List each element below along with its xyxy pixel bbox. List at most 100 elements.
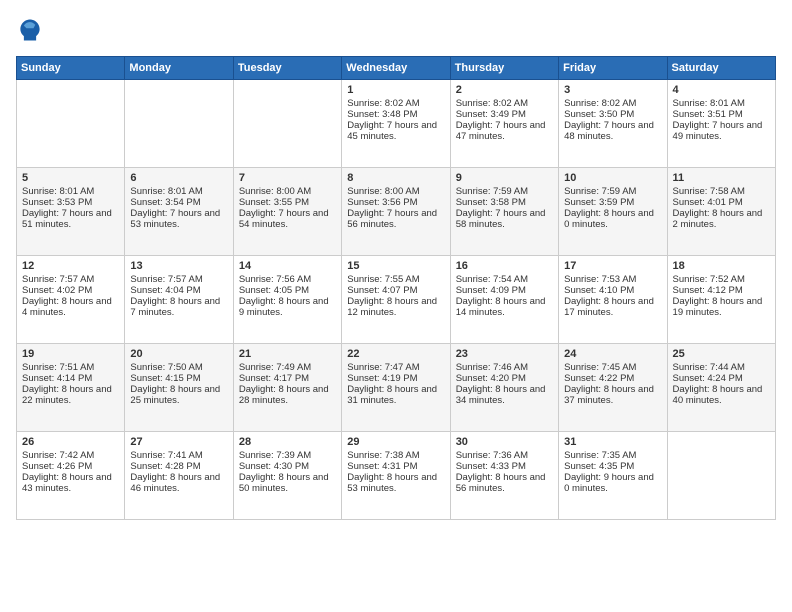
day-info: Daylight: 9 hours and 0 minutes. [564, 472, 661, 494]
day-number: 1 [347, 84, 444, 96]
header-tuesday: Tuesday [233, 57, 341, 80]
day-info: Sunrise: 8:01 AM [130, 186, 227, 197]
calendar-cell: 26Sunrise: 7:42 AMSunset: 4:26 PMDayligh… [17, 432, 125, 520]
day-info: Sunrise: 8:00 AM [239, 186, 336, 197]
day-info: Sunset: 3:54 PM [130, 197, 227, 208]
day-info: Sunset: 3:50 PM [564, 109, 661, 120]
day-number: 12 [22, 260, 119, 272]
calendar-cell: 23Sunrise: 7:46 AMSunset: 4:20 PMDayligh… [450, 344, 558, 432]
day-info: Sunrise: 7:42 AM [22, 450, 119, 461]
day-info: Sunset: 4:04 PM [130, 285, 227, 296]
day-info: Daylight: 8 hours and 53 minutes. [347, 472, 444, 494]
day-info: Daylight: 8 hours and 31 minutes. [347, 384, 444, 406]
day-info: Sunrise: 7:49 AM [239, 362, 336, 373]
calendar-cell: 6Sunrise: 8:01 AMSunset: 3:54 PMDaylight… [125, 168, 233, 256]
day-info: Sunrise: 7:38 AM [347, 450, 444, 461]
calendar-cell: 8Sunrise: 8:00 AMSunset: 3:56 PMDaylight… [342, 168, 450, 256]
day-info: Sunrise: 7:45 AM [564, 362, 661, 373]
day-info: Daylight: 7 hours and 58 minutes. [456, 208, 553, 230]
calendar-cell: 18Sunrise: 7:52 AMSunset: 4:12 PMDayligh… [667, 256, 775, 344]
day-info: Sunset: 4:31 PM [347, 461, 444, 472]
day-info: Sunset: 4:19 PM [347, 373, 444, 384]
day-number: 22 [347, 348, 444, 360]
day-info: Daylight: 7 hours and 54 minutes. [239, 208, 336, 230]
day-number: 23 [456, 348, 553, 360]
calendar-cell: 17Sunrise: 7:53 AMSunset: 4:10 PMDayligh… [559, 256, 667, 344]
day-info: Sunset: 3:58 PM [456, 197, 553, 208]
calendar-cell: 12Sunrise: 7:57 AMSunset: 4:02 PMDayligh… [17, 256, 125, 344]
day-info: Sunset: 3:56 PM [347, 197, 444, 208]
calendar-cell: 25Sunrise: 7:44 AMSunset: 4:24 PMDayligh… [667, 344, 775, 432]
calendar-cell [667, 432, 775, 520]
week-row-4: 19Sunrise: 7:51 AMSunset: 4:14 PMDayligh… [17, 344, 776, 432]
calendar-header-row: SundayMondayTuesdayWednesdayThursdayFrid… [17, 57, 776, 80]
day-info: Daylight: 7 hours and 48 minutes. [564, 120, 661, 142]
day-info: Sunrise: 8:01 AM [673, 98, 770, 109]
day-number: 21 [239, 348, 336, 360]
day-number: 26 [22, 436, 119, 448]
calendar-cell [125, 80, 233, 168]
day-number: 13 [130, 260, 227, 272]
day-number: 18 [673, 260, 770, 272]
day-info: Sunrise: 8:01 AM [22, 186, 119, 197]
day-info: Sunrise: 8:00 AM [347, 186, 444, 197]
page-header [16, 16, 776, 44]
day-number: 27 [130, 436, 227, 448]
day-info: Sunset: 4:01 PM [673, 197, 770, 208]
day-info: Daylight: 8 hours and 4 minutes. [22, 296, 119, 318]
day-info: Sunset: 3:55 PM [239, 197, 336, 208]
day-info: Daylight: 8 hours and 28 minutes. [239, 384, 336, 406]
day-number: 3 [564, 84, 661, 96]
calendar-cell: 28Sunrise: 7:39 AMSunset: 4:30 PMDayligh… [233, 432, 341, 520]
day-info: Sunset: 4:14 PM [22, 373, 119, 384]
day-info: Sunset: 4:05 PM [239, 285, 336, 296]
day-info: Sunrise: 7:35 AM [564, 450, 661, 461]
week-row-3: 12Sunrise: 7:57 AMSunset: 4:02 PMDayligh… [17, 256, 776, 344]
calendar-cell: 10Sunrise: 7:59 AMSunset: 3:59 PMDayligh… [559, 168, 667, 256]
day-info: Sunrise: 8:02 AM [347, 98, 444, 109]
day-info: Sunrise: 8:02 AM [456, 98, 553, 109]
day-number: 8 [347, 172, 444, 184]
day-info: Daylight: 8 hours and 37 minutes. [564, 384, 661, 406]
day-info: Daylight: 8 hours and 22 minutes. [22, 384, 119, 406]
day-info: Sunrise: 7:54 AM [456, 274, 553, 285]
header-saturday: Saturday [667, 57, 775, 80]
day-info: Daylight: 8 hours and 2 minutes. [673, 208, 770, 230]
day-info: Daylight: 7 hours and 45 minutes. [347, 120, 444, 142]
day-info: Sunset: 4:24 PM [673, 373, 770, 384]
day-info: Daylight: 8 hours and 46 minutes. [130, 472, 227, 494]
day-info: Sunset: 4:12 PM [673, 285, 770, 296]
day-info: Daylight: 8 hours and 9 minutes. [239, 296, 336, 318]
day-info: Daylight: 8 hours and 0 minutes. [564, 208, 661, 230]
day-info: Sunrise: 7:59 AM [456, 186, 553, 197]
day-info: Daylight: 8 hours and 25 minutes. [130, 384, 227, 406]
calendar-cell: 7Sunrise: 8:00 AMSunset: 3:55 PMDaylight… [233, 168, 341, 256]
calendar-cell: 24Sunrise: 7:45 AMSunset: 4:22 PMDayligh… [559, 344, 667, 432]
day-info: Daylight: 7 hours and 49 minutes. [673, 120, 770, 142]
day-info: Sunrise: 7:52 AM [673, 274, 770, 285]
calendar-cell: 2Sunrise: 8:02 AMSunset: 3:49 PMDaylight… [450, 80, 558, 168]
day-info: Sunrise: 7:58 AM [673, 186, 770, 197]
day-info: Daylight: 8 hours and 12 minutes. [347, 296, 444, 318]
day-info: Sunrise: 7:55 AM [347, 274, 444, 285]
logo [16, 16, 48, 44]
day-info: Daylight: 8 hours and 34 minutes. [456, 384, 553, 406]
calendar-cell: 11Sunrise: 7:58 AMSunset: 4:01 PMDayligh… [667, 168, 775, 256]
day-info: Sunrise: 7:50 AM [130, 362, 227, 373]
day-info: Sunset: 4:28 PM [130, 461, 227, 472]
day-info: Sunset: 4:17 PM [239, 373, 336, 384]
calendar-cell: 16Sunrise: 7:54 AMSunset: 4:09 PMDayligh… [450, 256, 558, 344]
day-number: 16 [456, 260, 553, 272]
day-info: Sunrise: 7:51 AM [22, 362, 119, 373]
day-number: 15 [347, 260, 444, 272]
calendar-cell: 20Sunrise: 7:50 AMSunset: 4:15 PMDayligh… [125, 344, 233, 432]
header-sunday: Sunday [17, 57, 125, 80]
day-info: Sunset: 4:30 PM [239, 461, 336, 472]
day-info: Sunrise: 8:02 AM [564, 98, 661, 109]
day-info: Sunrise: 7:36 AM [456, 450, 553, 461]
calendar-cell: 19Sunrise: 7:51 AMSunset: 4:14 PMDayligh… [17, 344, 125, 432]
calendar-cell: 15Sunrise: 7:55 AMSunset: 4:07 PMDayligh… [342, 256, 450, 344]
day-info: Daylight: 7 hours and 53 minutes. [130, 208, 227, 230]
day-info: Sunset: 3:53 PM [22, 197, 119, 208]
day-info: Daylight: 8 hours and 43 minutes. [22, 472, 119, 494]
